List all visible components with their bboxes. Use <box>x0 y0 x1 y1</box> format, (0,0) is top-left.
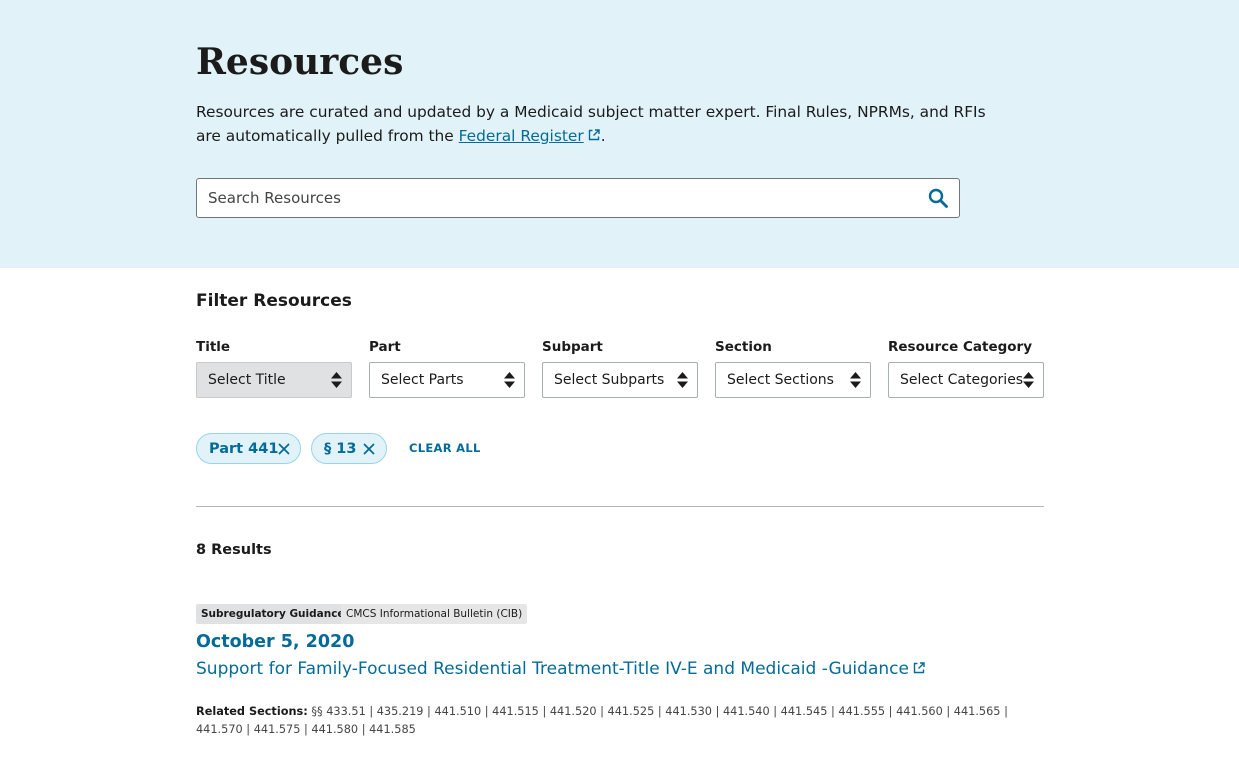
external-link-icon <box>913 662 925 674</box>
divider <box>196 506 1044 507</box>
page-title: Resources <box>196 41 404 83</box>
federal-register-link-label: Federal Register <box>458 127 584 145</box>
section-filter: Section Select Sections <box>715 338 871 398</box>
part-filter: Part Select Parts <box>369 338 525 398</box>
search-box <box>196 178 960 218</box>
intro-text: Resources are curated and updated by a M… <box>196 100 996 148</box>
sort-caret-icon <box>331 372 342 388</box>
section-select-value: Select Sections <box>727 372 834 388</box>
result-title-text: Support for Family-Focused Residential T… <box>196 659 909 679</box>
title-filter-label: Title <box>196 339 231 355</box>
search-icon[interactable] <box>927 187 949 209</box>
subcategory-badge: CMCS Informational Bulletin (CIB) <box>341 604 528 624</box>
subpart-filter: Subpart Select Subparts <box>542 338 698 398</box>
federal-register-link[interactable]: Federal Register <box>459 127 601 145</box>
part-select-value: Select Parts <box>381 372 464 388</box>
subpart-select[interactable]: Select Subparts <box>542 362 698 398</box>
results-count: 8 Results <box>196 542 272 558</box>
filter-chip-label: § 13 <box>324 441 357 457</box>
section-filter-label: Section <box>715 339 772 355</box>
part-select[interactable]: Select Parts <box>369 362 525 398</box>
search-input[interactable] <box>197 179 919 217</box>
hero-banner: Resources Resources are curated and upda… <box>0 0 1239 268</box>
title-select[interactable]: Select Title <box>196 362 352 398</box>
related-sections-list: §§ 433.51 | 435.219 | 441.510 | 441.515 … <box>196 705 1008 736</box>
external-link-icon <box>588 129 600 141</box>
filter-chip-part[interactable]: Part 441 <box>196 433 301 464</box>
subpart-select-value: Select Subparts <box>554 372 665 388</box>
close-icon[interactable] <box>363 443 375 455</box>
section-select[interactable]: Select Sections <box>715 362 871 398</box>
related-sections-label: Related Sections: <box>196 705 308 718</box>
related-sections: Related Sections: §§ 433.51 | 435.219 | … <box>196 703 1046 739</box>
sort-caret-icon <box>677 372 688 388</box>
sort-caret-icon <box>850 372 861 388</box>
title-select-value: Select Title <box>208 372 286 388</box>
clear-all-button[interactable]: CLEAR ALL <box>409 440 481 456</box>
subpart-filter-label: Subpart <box>542 339 603 355</box>
resource-category-filter: Resource Category Select Categories <box>888 338 1044 398</box>
result-title-link[interactable]: Support for Family-Focused Residential T… <box>196 657 926 681</box>
filter-chip-section[interactable]: § 13 <box>311 433 387 464</box>
title-filter: Title Select Title <box>196 338 352 398</box>
category-badge: Subregulatory Guidance <box>196 604 350 624</box>
resource-category-filter-label: Resource Category <box>888 339 1033 355</box>
resource-category-select-value: Select Categories <box>900 372 1024 388</box>
filter-chip-label: Part 441 <box>209 441 279 457</box>
intro-text-end: . <box>600 127 606 145</box>
result-date: October 5, 2020 <box>196 632 355 652</box>
filter-heading: Filter Resources <box>196 291 352 311</box>
part-filter-label: Part <box>369 339 401 355</box>
resource-category-select[interactable]: Select Categories <box>888 362 1044 398</box>
sort-caret-icon <box>504 372 515 388</box>
sort-caret-icon <box>1023 372 1034 388</box>
close-icon[interactable] <box>278 443 290 455</box>
